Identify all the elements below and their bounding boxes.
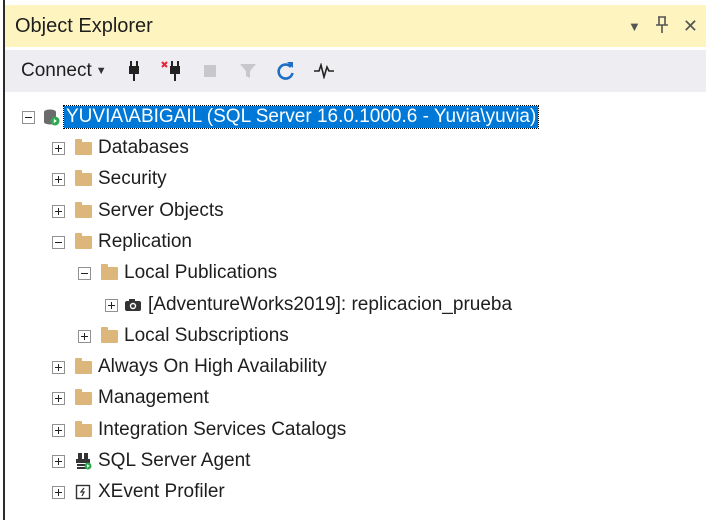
publication-label: [AdventureWorks2019]: replicacion_prueba [148, 294, 513, 315]
tree-node-always-on[interactable]: Always On High Availability [52, 352, 327, 382]
filter-icon[interactable] [237, 59, 259, 83]
tree-node-local-subscriptions[interactable]: Local Subscriptions [78, 321, 289, 351]
connect-button[interactable]: Connect ▼ [21, 60, 107, 82]
local-publications-label: Local Publications [124, 262, 278, 283]
folder-icon [74, 357, 92, 375]
folder-icon [74, 420, 92, 438]
tree-node-security[interactable]: Security [52, 164, 167, 194]
window-position-dropdown-icon[interactable]: ▼ [628, 20, 641, 33]
expand-toggle[interactable] [52, 141, 65, 155]
activity-monitor-icon[interactable] [313, 59, 335, 83]
always-on-label: Always On High Availability [98, 356, 327, 377]
toolbar: Connect ▼ [5, 50, 706, 92]
expand-toggle[interactable] [52, 485, 65, 499]
tree-node-integration-services[interactable]: Integration Services Catalogs [52, 415, 346, 445]
title-bar[interactable]: Object Explorer ▼ ✕ [5, 5, 706, 47]
server-objects-label: Server Objects [98, 200, 224, 221]
xevent-profiler-label: XEvent Profiler [98, 481, 225, 502]
integration-services-label: Integration Services Catalogs [98, 419, 347, 440]
title-buttons: ▼ ✕ [628, 5, 698, 47]
folder-icon [74, 169, 92, 187]
expand-toggle[interactable] [52, 204, 65, 218]
expand-toggle[interactable] [52, 360, 65, 374]
tree-node-sql-server-agent[interactable]: SQL Server Agent [52, 446, 250, 476]
sql-server-agent-label: SQL Server Agent [98, 450, 251, 471]
expand-toggle[interactable] [78, 329, 91, 343]
expand-toggle[interactable] [52, 454, 65, 468]
folder-icon [100, 263, 118, 281]
folder-icon [74, 138, 92, 156]
collapse-toggle[interactable] [52, 235, 65, 249]
collapse-toggle[interactable] [22, 110, 35, 124]
tree-node-management[interactable]: Management [52, 383, 209, 413]
object-explorer-window: Object Explorer ▼ ✕ Connect ▼ YUVIA\ABIG… [0, 0, 706, 520]
xevent-profiler-icon [74, 484, 92, 500]
refresh-icon[interactable] [275, 59, 297, 83]
window-title: Object Explorer [15, 14, 153, 37]
tree-node-replication[interactable]: Replication [52, 227, 192, 257]
replication-label: Replication [98, 231, 192, 252]
tree-node-server[interactable]: YUVIA\ABIGAIL (SQL Server 16.0.1000.6 - … [22, 102, 540, 132]
close-icon[interactable]: ✕ [683, 17, 698, 35]
stop-icon[interactable] [199, 59, 221, 83]
folder-icon [74, 232, 92, 250]
tree-node-xevent-profiler[interactable]: XEvent Profiler [52, 477, 225, 507]
server-label: YUVIA\ABIGAIL (SQL Server 16.0.1000.6 - … [62, 105, 540, 129]
sql-agent-icon [74, 453, 92, 470]
management-label: Management [98, 387, 209, 408]
server-icon [42, 109, 60, 126]
auto-hide-pin-icon[interactable] [655, 15, 669, 37]
expand-toggle[interactable] [52, 423, 65, 437]
tree-node-publication[interactable]: [AdventureWorks2019]: replicacion_prueba [105, 290, 512, 320]
local-subscriptions-label: Local Subscriptions [124, 325, 289, 346]
publication-camera-icon [124, 297, 142, 313]
tree-node-local-publications[interactable]: Local Publications [78, 258, 277, 288]
expand-toggle[interactable] [52, 391, 65, 405]
connect-label: Connect [21, 60, 92, 81]
tree-node-databases[interactable]: Databases [52, 133, 189, 163]
folder-icon [74, 388, 92, 406]
collapse-toggle[interactable] [78, 266, 91, 280]
security-label: Security [98, 168, 167, 189]
folder-icon [100, 326, 118, 344]
databases-label: Databases [98, 137, 189, 158]
tree-node-server-objects[interactable]: Server Objects [52, 196, 224, 226]
expand-toggle[interactable] [105, 298, 118, 312]
folder-icon [74, 201, 92, 219]
disconnect-icon[interactable] [160, 59, 183, 83]
connect-icon[interactable] [123, 59, 145, 83]
expand-toggle[interactable] [52, 172, 65, 186]
chevron-down-icon: ▼ [95, 65, 107, 77]
